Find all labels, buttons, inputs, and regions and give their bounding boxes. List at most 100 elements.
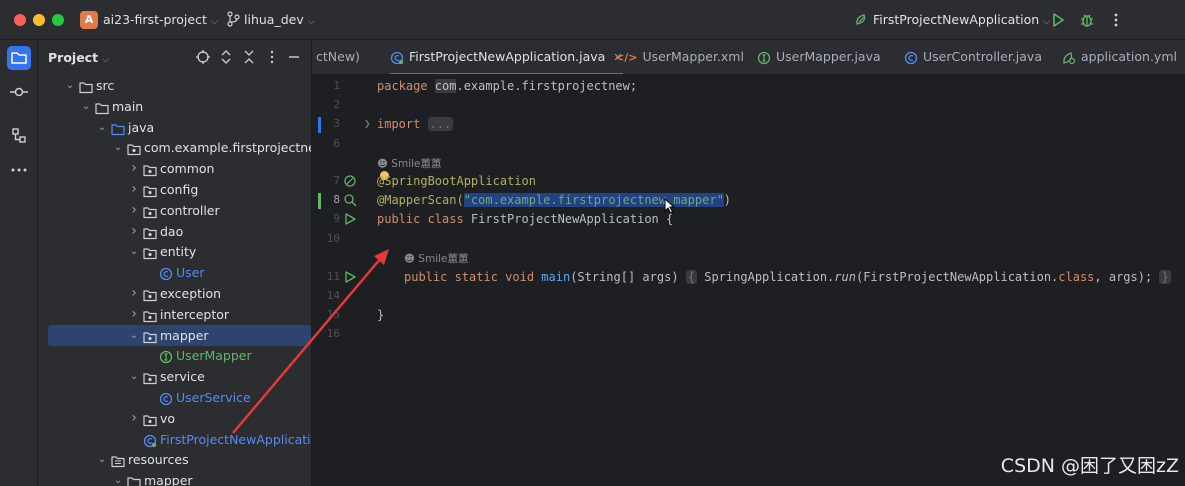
chevron-right-icon[interactable]: › (128, 221, 140, 242)
tree-item-service[interactable]: ⌄ service (48, 366, 311, 387)
run-icon[interactable] (1048, 10, 1068, 30)
tab-application-yml[interactable]: application.yml (1062, 40, 1177, 74)
package-icon (143, 204, 157, 218)
branch-selector[interactable]: lihua_dev ⌵ (244, 12, 315, 27)
run-configuration-selector[interactable]: FirstProjectNewApplication ⌵ (873, 12, 1050, 27)
tree-item-src[interactable]: ⌄ src (48, 75, 311, 96)
tree-item-entity[interactable]: ⌄ entity (48, 241, 311, 262)
tree-item-label: common (160, 161, 215, 177)
tree-item-label: mapper (160, 327, 209, 343)
tree-item-dao[interactable]: › dao (48, 221, 311, 242)
project-badge[interactable]: A (80, 11, 98, 29)
commit-icon (10, 87, 28, 97)
chevron-down-icon: ⌵ (307, 17, 315, 27)
tab-usermapper-java[interactable]: UserMapper.java (757, 40, 881, 74)
debug-icon[interactable] (1077, 10, 1097, 30)
folded-imports[interactable]: ... (427, 117, 454, 131)
chevron-right-icon[interactable]: › (128, 200, 140, 221)
tree-item-mapper[interactable]: ⌄ mapper (48, 470, 311, 486)
tab-cut-off[interactable]: ctNew) (316, 40, 360, 74)
tree-item-label: config (160, 182, 199, 197)
author-inlay-hint[interactable]: ☻ Smile蕙蕙 (377, 156, 442, 171)
package-icon (143, 245, 157, 260)
expand-all-icon[interactable] (218, 49, 234, 65)
commit-tool-button[interactable] (7, 80, 31, 104)
tab-usermapper-xml[interactable]: </> UserMapper.xml (615, 40, 744, 74)
run-main-gutter-icon[interactable] (343, 270, 357, 284)
options-icon[interactable] (264, 49, 280, 65)
project-view-selector[interactable]: Project ⌵ (48, 50, 109, 65)
chevron-down-icon[interactable]: ⌄ (112, 470, 124, 486)
tree-item-com-example-firstprojectnew[interactable]: ⌄ com.example.firstprojectnew (48, 137, 311, 158)
close-window-button[interactable] (14, 14, 26, 26)
tree-item-userservice[interactable]: UserService (48, 387, 311, 408)
tree-item-config[interactable]: › config (48, 179, 311, 200)
branch-icon (227, 11, 240, 27)
code-editor[interactable]: 1 2 3 6 7 8 9 10 11 14 15 16 ❯ package c… (312, 75, 1185, 486)
tab-usercontroller-java[interactable]: UserController.java (904, 40, 1042, 74)
package-icon (127, 141, 141, 156)
structure-tool-button[interactable] (7, 124, 31, 148)
project-panel: Project ⌵ ⌄ src ⌄ main ⌄ java ⌄ com.example.fir… (38, 40, 312, 486)
hide-icon[interactable] (286, 49, 302, 65)
chevron-down-icon[interactable]: ⌄ (80, 96, 92, 117)
minimize-window-button[interactable] (33, 14, 45, 26)
collapse-all-icon[interactable] (241, 49, 257, 65)
line-number: 2 (333, 98, 340, 111)
locate-icon[interactable] (195, 49, 211, 65)
code-line-7: @SpringBootApplication (377, 174, 536, 188)
fold-expand-icon[interactable]: ❯ (364, 117, 371, 130)
watermark: CSDN @困了又困zZ (1000, 455, 1179, 477)
more-tools-button[interactable] (7, 158, 31, 182)
chevron-down-icon[interactable]: ⌄ (112, 137, 124, 158)
tree-item-mapper[interactable]: ⌄ mapper (48, 324, 311, 346)
tree-item-common[interactable]: › common (48, 158, 311, 179)
tree-item-usermapper[interactable]: UserMapper (48, 345, 311, 366)
chevron-down-icon[interactable]: ⌄ (96, 117, 108, 138)
tree-item-interceptor[interactable]: › interceptor (48, 304, 311, 325)
chevron-down-icon: ⌵ (210, 17, 218, 27)
tree-item-vo[interactable]: › vo (48, 408, 311, 429)
chevron-right-icon[interactable]: › (128, 158, 140, 179)
class-icon (904, 51, 918, 64)
tree-item-exception[interactable]: › exception (48, 283, 311, 304)
tree-item-java[interactable]: ⌄ java (48, 117, 311, 138)
tree-item-label: com.example.firstprojectnew (144, 140, 312, 156)
chevron-down-icon[interactable]: ⌄ (64, 75, 76, 96)
code-line-11: public static void main(String[] args) {… (404, 270, 1171, 284)
chevron-right-icon[interactable]: › (128, 304, 140, 325)
project-tool-button[interactable] (7, 46, 31, 70)
chevron-down-icon: ⌵ (102, 55, 110, 65)
project-selector[interactable]: ai23-first-project ⌵ (103, 12, 218, 27)
tree-item-controller[interactable]: › controller (48, 200, 311, 221)
spring-class-icon (390, 51, 404, 64)
more-actions-icon[interactable] (1106, 10, 1126, 30)
spring-bean-gutter-icon[interactable] (343, 174, 357, 188)
tree-item-label: interceptor (160, 306, 230, 322)
chevron-down-icon[interactable]: ⌄ (128, 325, 140, 346)
tree-item-resources[interactable]: ⌄ resources (48, 449, 311, 470)
tree-item-main[interactable]: ⌄ main (48, 96, 311, 117)
chevron-right-icon[interactable]: › (128, 283, 140, 304)
code-line-9: public class FirstProjectNewApplication … (377, 212, 674, 226)
tree-item-user[interactable]: User (48, 262, 311, 283)
chevron-down-icon[interactable]: ⌄ (96, 449, 108, 470)
tree-item-firstprojectnewapplication[interactable]: FirstProjectNewApplication (48, 429, 311, 450)
chevron-down-icon[interactable]: ⌄ (128, 366, 140, 387)
spring-config-icon (1063, 51, 1076, 64)
chevron-right-icon[interactable]: › (128, 179, 140, 200)
author-inlay-hint[interactable]: ☻ Smile蕙蕙 (404, 251, 469, 266)
zoom-window-button[interactable] (52, 14, 64, 26)
code-line-1: package com.example.firstprojectnew; (377, 79, 638, 93)
folder-icon (79, 79, 93, 94)
package-icon (143, 225, 157, 239)
package-icon (143, 287, 157, 302)
mapper-scan-gutter-icon[interactable] (343, 193, 357, 207)
chevron-down-icon[interactable]: ⌄ (128, 241, 140, 262)
chevron-right-icon[interactable]: › (128, 408, 140, 429)
tab-firstprojectnewapplication-java[interactable]: FirstProjectNewApplication.java ✕ (390, 40, 623, 74)
tree-item-label: FirstProjectNewApplication (160, 431, 312, 447)
project-folder-icon (11, 52, 27, 64)
spring-run-config-icon (856, 14, 866, 25)
run-gutter-icon[interactable] (343, 212, 357, 226)
